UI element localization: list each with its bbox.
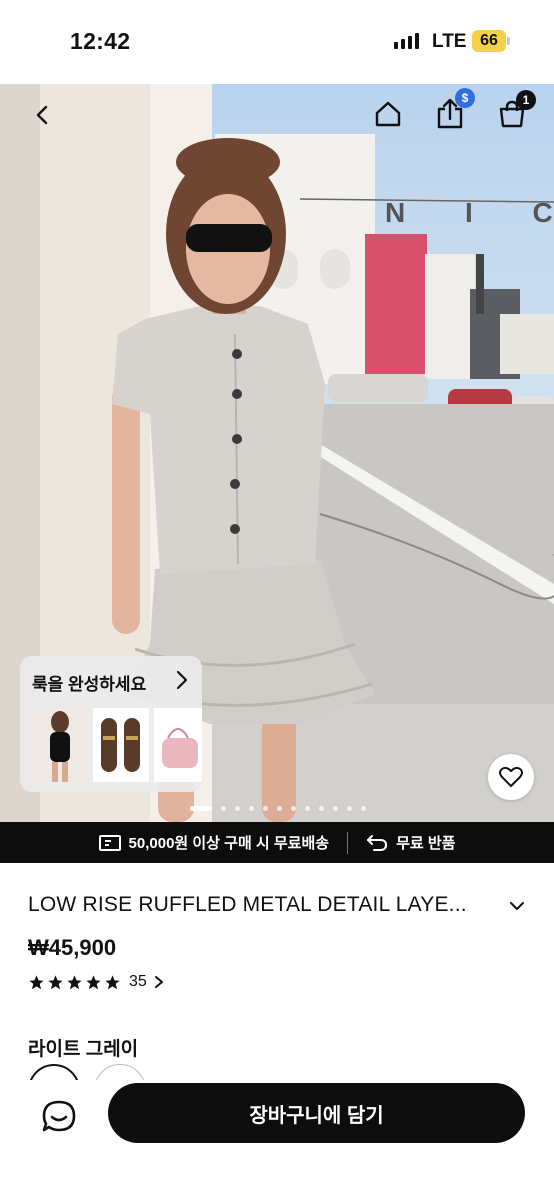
carousel-dot — [361, 806, 366, 811]
free-returns-text: 무료 반품 — [396, 835, 456, 852]
battery-icon: 66 — [472, 30, 506, 52]
look-item-loafers[interactable] — [93, 708, 149, 782]
product-title: LOW RISE RUFFLED METAL DETAIL LAYE... — [28, 893, 467, 916]
swimsuit-thumbnail — [32, 708, 88, 782]
color-name: 라이트 그레이 — [28, 1039, 139, 1060]
home-button[interactable] — [370, 96, 406, 132]
carousel-dot — [249, 806, 254, 811]
shipping-banner: 50,000원 이상 구매 시 무료배송 무료 반품 — [0, 822, 554, 863]
status-bar: 12:42 LTE 66 — [0, 0, 554, 84]
network-type: LTE — [432, 31, 467, 52]
add-to-cart-button[interactable]: 장바구니에 담기 — [108, 1083, 525, 1143]
product-price: ₩45,900 — [28, 935, 117, 960]
free-shipping-text: 50,000원 이상 구매 시 무료배송 — [128, 835, 330, 852]
look-card-title: 룩을 완성하세요 — [32, 675, 147, 694]
heart-icon — [499, 766, 523, 787]
complete-the-look-card[interactable]: 룩을 완성하세요 — [20, 656, 202, 792]
status-time: 12:42 — [70, 28, 131, 54]
loafers-thumbnail — [93, 708, 149, 782]
star-icon — [86, 974, 101, 989]
chevron-down-icon[interactable] — [508, 897, 526, 915]
free-returns-notice: 무료 반품 — [366, 832, 455, 853]
carousel-dot — [263, 806, 268, 811]
banner-divider — [347, 831, 349, 854]
back-button[interactable] — [26, 98, 60, 132]
chat-icon — [42, 1100, 76, 1132]
truck-icon — [98, 834, 121, 851]
return-icon — [367, 834, 388, 851]
product-title-row[interactable]: LOW RISE RUFFLED METAL DETAIL LAYE... — [28, 893, 528, 921]
share-reward-badge: $ — [455, 88, 475, 108]
carousel-dot — [291, 806, 296, 811]
star-icon — [67, 974, 82, 989]
carousel-dot — [235, 806, 240, 811]
cart-count-badge: 1 — [516, 90, 536, 110]
rating-summary[interactable]: 35 — [28, 973, 167, 991]
carousel-dot — [333, 806, 338, 811]
review-count: 35 — [129, 973, 147, 990]
carousel-dot — [221, 806, 226, 811]
carousel-dot — [347, 806, 352, 811]
carousel-dot-active — [190, 806, 212, 811]
product-image-carousel[interactable]: N I C — [0, 84, 554, 822]
bottom-action-bar: 장바구니에 담기 — [0, 1080, 554, 1200]
carousel-dot — [277, 806, 282, 811]
look-item-bag[interactable] — [154, 708, 202, 782]
wishlist-button[interactable] — [488, 754, 534, 800]
chevron-right-icon — [154, 976, 163, 988]
look-item-swimsuit[interactable] — [32, 708, 88, 782]
battery-tip — [507, 37, 510, 45]
carousel-dot — [305, 806, 310, 811]
carousel-dot — [319, 806, 324, 811]
chat-button[interactable] — [34, 1092, 84, 1142]
carousel-indicator — [190, 806, 366, 811]
home-icon — [375, 101, 401, 127]
star-icon — [105, 974, 120, 989]
free-shipping-notice: 50,000원 이상 구매 시 무료배송 — [98, 832, 330, 853]
star-icon — [29, 974, 44, 989]
chevron-right-icon — [176, 670, 188, 690]
rating-stars — [28, 974, 121, 991]
back-arrow-icon — [36, 105, 48, 125]
star-icon — [48, 974, 63, 989]
signal-icon — [394, 33, 419, 49]
pink-bag-thumbnail — [154, 708, 202, 782]
